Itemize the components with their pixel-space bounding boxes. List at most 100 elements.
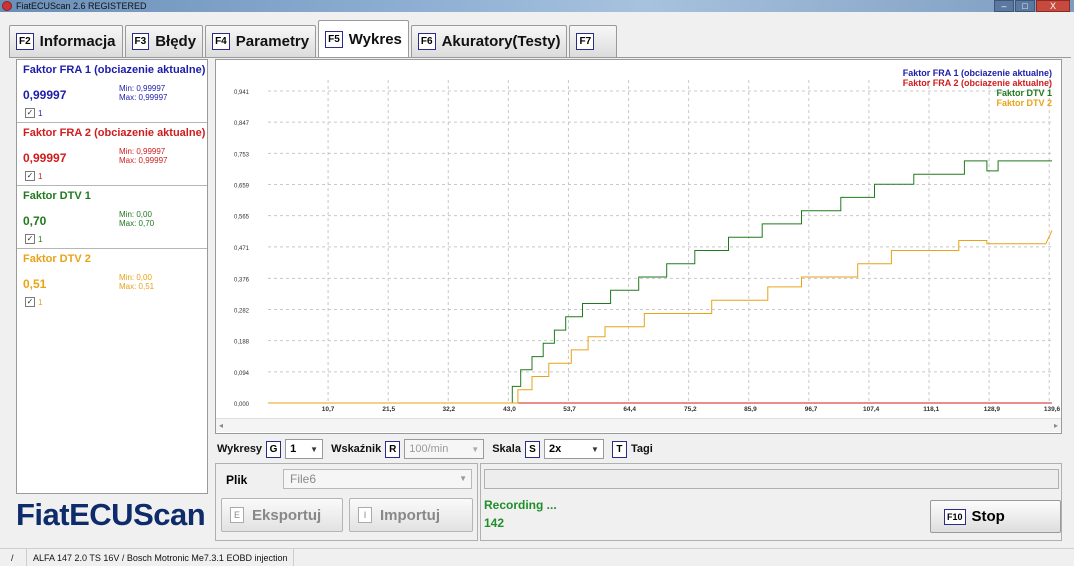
- param-visibility-checkbox[interactable]: ✓ 1: [25, 297, 42, 307]
- wskaznik-value: 100/min: [409, 443, 449, 455]
- checkbox-label: 1: [38, 108, 43, 118]
- fkey-badge: F3: [131, 33, 150, 50]
- wykresy-select[interactable]: 1 ▼: [285, 439, 324, 459]
- legend-entry: Faktor DTV 1: [996, 88, 1052, 98]
- param-max: Max: 0,70: [119, 219, 155, 228]
- app-icon: [2, 1, 12, 11]
- wskaznik-label: Wskaźnik: [331, 443, 382, 455]
- recording-count: 142: [484, 516, 505, 530]
- stop-label: Stop: [971, 508, 1005, 525]
- dropdown-arrow-icon: ▼: [591, 444, 599, 454]
- dropdown-arrow-icon: ▼: [459, 474, 467, 483]
- stop-key-badge: F10: [944, 508, 966, 525]
- param-min: Min: 0,00: [119, 273, 152, 282]
- checkbox-icon[interactable]: ✓: [25, 108, 35, 118]
- tab-akuratory[interactable]: F6 Akuratory(Testy): [410, 25, 568, 57]
- y-tick-label: 0,659: [234, 183, 250, 189]
- tab-wykres[interactable]: F5 Wykres: [318, 20, 409, 58]
- tagi-label[interactable]: Tagi: [631, 443, 653, 455]
- tab-bar: F2 Informacja F3 Błędy F4 Parametry F5 W…: [9, 17, 619, 58]
- x-tick-label: 10,7: [322, 406, 335, 413]
- fkey-badge: F6: [417, 33, 436, 50]
- param-visibility-checkbox[interactable]: ✓ 1: [25, 108, 42, 118]
- close-button[interactable]: X: [1036, 0, 1070, 12]
- checkbox-label: 1: [38, 297, 43, 307]
- checkbox-icon[interactable]: ✓: [25, 234, 35, 244]
- checkbox-icon[interactable]: ✓: [25, 171, 35, 181]
- import-button[interactable]: I Importuj: [349, 498, 473, 532]
- param-title: Faktor FRA 1 (obciazenie aktualne): [23, 64, 206, 76]
- tab-bledy[interactable]: F3 Błędy: [124, 25, 204, 57]
- skala-label: Skala: [492, 443, 521, 455]
- file-select[interactable]: File6 ▼: [283, 469, 472, 489]
- param-title: Faktor DTV 2: [23, 253, 91, 265]
- param-visibility-checkbox[interactable]: ✓ 1: [25, 171, 42, 181]
- window-title: FiatECUScan 2.6 REGISTERED: [16, 1, 147, 11]
- legend-entry: Faktor DTV 2: [996, 98, 1052, 108]
- scroll-left-icon[interactable]: ◂: [219, 421, 223, 430]
- scroll-right-icon[interactable]: ▸: [1054, 421, 1058, 430]
- minimize-button[interactable]: –: [994, 0, 1014, 12]
- x-tick-label: 139,6: [1044, 406, 1061, 413]
- x-tick-label: 85,9: [744, 406, 757, 413]
- y-tick-label: 0,471: [234, 246, 250, 252]
- param-visibility-checkbox[interactable]: ✓ 1: [25, 234, 42, 244]
- legend-entry: Faktor FRA 1 (obciazenie aktualne): [903, 68, 1052, 78]
- chart-horizontal-scrollbar[interactable]: ◂ ▸: [216, 418, 1061, 432]
- import-key-badge: I: [358, 507, 372, 523]
- param-fra2: Faktor FRA 2 (obciazenie aktualne) 0,999…: [17, 123, 207, 186]
- param-dtv1: Faktor DTV 1 0,70 Min: 0,00 Max: 0,70 ✓ …: [17, 186, 207, 249]
- tab-label: Akuratory(Testy): [441, 33, 561, 50]
- stop-button[interactable]: F10 Stop: [930, 500, 1061, 533]
- x-tick-label: 75,2: [684, 406, 697, 413]
- param-dtv2: Faktor DTV 2 0,51 Min: 0,00 Max: 0,51 ✓ …: [17, 249, 207, 312]
- skala-value: 2x: [548, 443, 562, 455]
- dropdown-arrow-icon: ▼: [310, 444, 319, 454]
- y-tick-label: 0,941: [234, 90, 250, 96]
- series-line: [268, 160, 1052, 404]
- x-tick-label: 53,7: [563, 406, 576, 413]
- checkbox-label: 1: [38, 234, 43, 244]
- param-max: Max: 0,99997: [119, 156, 168, 165]
- tab-f7[interactable]: F7: [569, 25, 618, 57]
- vehicle-info: ALFA 147 2.0 TS 16V / Bosch Motronic Me7…: [26, 549, 295, 566]
- chart-svg: 0,000 0,094 0,188 0,282 0,376 0,471 0,565 0,659…: [234, 68, 1061, 413]
- x-tick-label: 21,5: [382, 406, 395, 413]
- x-tick-label: 32,2: [443, 406, 456, 413]
- param-max: Max: 0,51: [119, 282, 155, 291]
- recording-panel: Recording ... 142 F10 Stop: [480, 463, 1062, 541]
- param-value: 0,99997: [23, 151, 67, 165]
- progress-bar: [484, 469, 1059, 489]
- fkey-badge: F4: [212, 33, 230, 50]
- chart-controls: Wykresy G 1 ▼ Wskaźnik R 100/min ▼ Skala…: [217, 438, 657, 460]
- skala-select[interactable]: 2x ▼: [543, 439, 604, 459]
- wskaznik-select[interactable]: 100/min ▼: [404, 439, 485, 459]
- tagi-key-badge[interactable]: T: [611, 440, 627, 458]
- x-tick-label: 43,0: [503, 406, 516, 413]
- recording-status: Recording ...: [484, 498, 557, 512]
- parameter-panel: Faktor FRA 1 (obciazenie aktualne) 0,999…: [16, 59, 208, 494]
- x-tick-label: 64,4: [623, 406, 636, 413]
- maximize-button[interactable]: □: [1015, 0, 1035, 12]
- status-separator: /: [11, 553, 14, 563]
- y-tick-label: 0,753: [234, 152, 250, 158]
- series-line: [268, 230, 1053, 404]
- legend-entry: Faktor FRA 2 (obciazenie aktualne): [903, 78, 1052, 88]
- fkey-badge: F2: [16, 33, 34, 50]
- y-tick-label: 0,282: [234, 308, 250, 314]
- x-tick-label: 118,1: [923, 406, 939, 413]
- status-bar: / ALFA 147 2.0 TS 16V / Bosch Motronic M…: [0, 548, 1074, 566]
- tab-label: Informacja: [39, 33, 116, 50]
- file-value: File6: [290, 472, 317, 486]
- wykresy-key-badge: G: [266, 440, 282, 458]
- export-button[interactable]: E Eksportuj: [221, 498, 343, 532]
- tab-parametry[interactable]: F4 Parametry: [205, 25, 317, 57]
- param-minmax: Min: 0,99997 Max: 0,99997: [119, 84, 167, 102]
- skala-key-badge: S: [524, 440, 540, 458]
- chart-panel: 0,000 0,094 0,188 0,282 0,376 0,471 0,565 0,659…: [215, 59, 1062, 434]
- param-title: Faktor FRA 2 (obciazenie aktualne): [23, 127, 206, 139]
- checkbox-icon[interactable]: ✓: [25, 297, 35, 307]
- param-value: 0,70: [23, 214, 47, 228]
- tab-informacja[interactable]: F2 Informacja: [9, 25, 123, 57]
- param-min: Min: 0,99997: [119, 147, 166, 156]
